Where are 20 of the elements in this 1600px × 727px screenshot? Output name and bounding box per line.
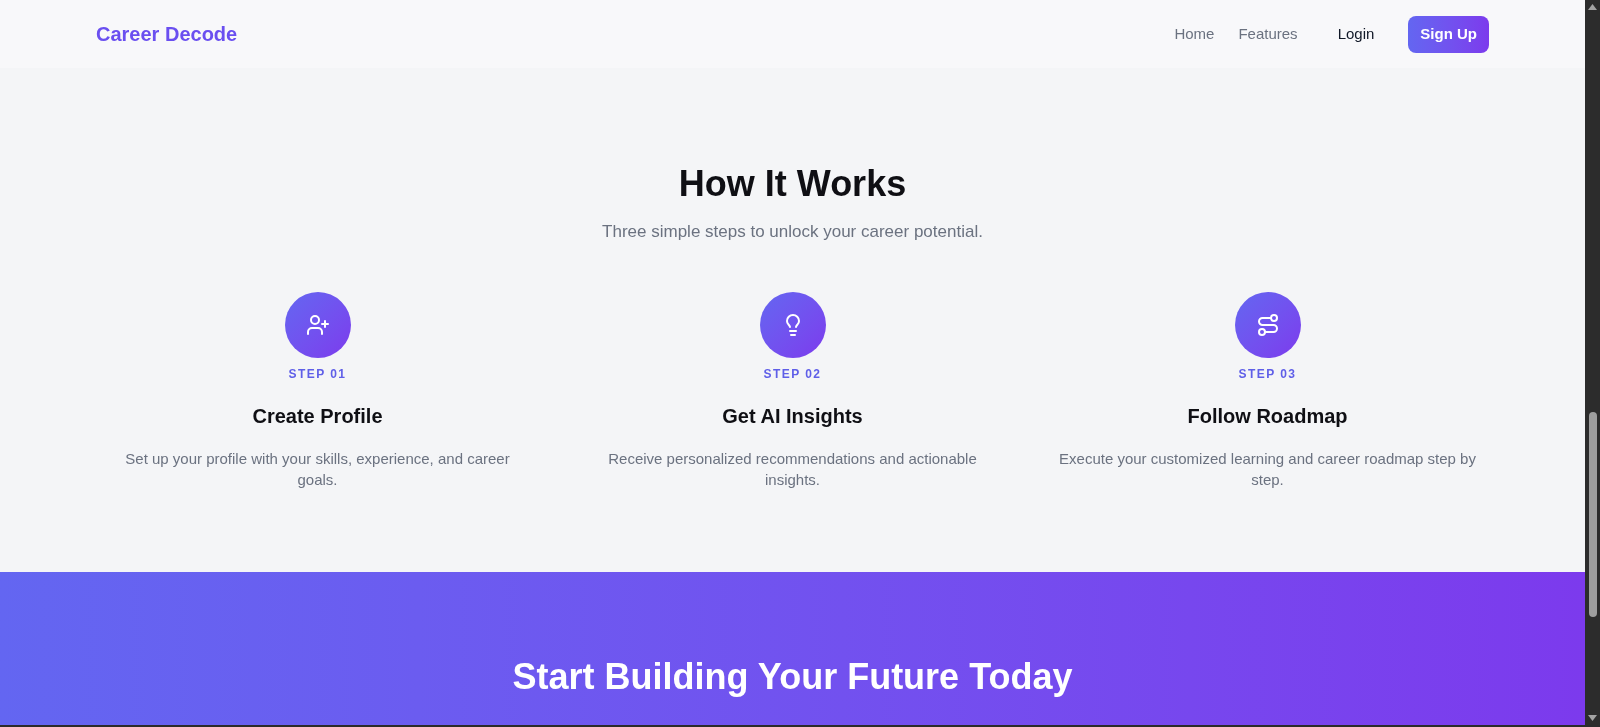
step-description: Set up your profile with your skills, experience, and career goals. bbox=[124, 449, 511, 490]
step-label: STEP 01 bbox=[288, 366, 347, 382]
sign-up-button[interactable]: Sign Up bbox=[1408, 15, 1489, 53]
scroll-down-icon[interactable] bbox=[1588, 715, 1597, 721]
step-description: Receive personalized recommendations and actionable insights. bbox=[607, 449, 978, 490]
step-description: Execute your customized learning and career roadmap step by step. bbox=[1058, 449, 1477, 490]
banner-title: Start Building Your Future Today bbox=[512, 657, 1073, 697]
scrollbar-thumb[interactable] bbox=[1588, 412, 1597, 617]
login-button[interactable]: Login bbox=[1321, 14, 1391, 54]
step-label: STEP 03 bbox=[1238, 366, 1297, 382]
step-title: Get AI Insights bbox=[722, 404, 863, 429]
scroll-up-icon[interactable] bbox=[1588, 4, 1597, 10]
section-subtitle: Three simple steps to unlock your career potential. bbox=[602, 221, 983, 243]
nav-link[interactable]: Features bbox=[1238, 22, 1298, 46]
logo-text[interactable]: Career Decode bbox=[96, 19, 238, 49]
step-title: Follow Roadmap bbox=[1187, 404, 1348, 429]
step-label: STEP 02 bbox=[763, 366, 822, 382]
section-title: How It Works bbox=[678, 164, 907, 204]
step-title: Create Profile bbox=[252, 404, 383, 429]
nav-link[interactable]: Home bbox=[1174, 22, 1215, 46]
